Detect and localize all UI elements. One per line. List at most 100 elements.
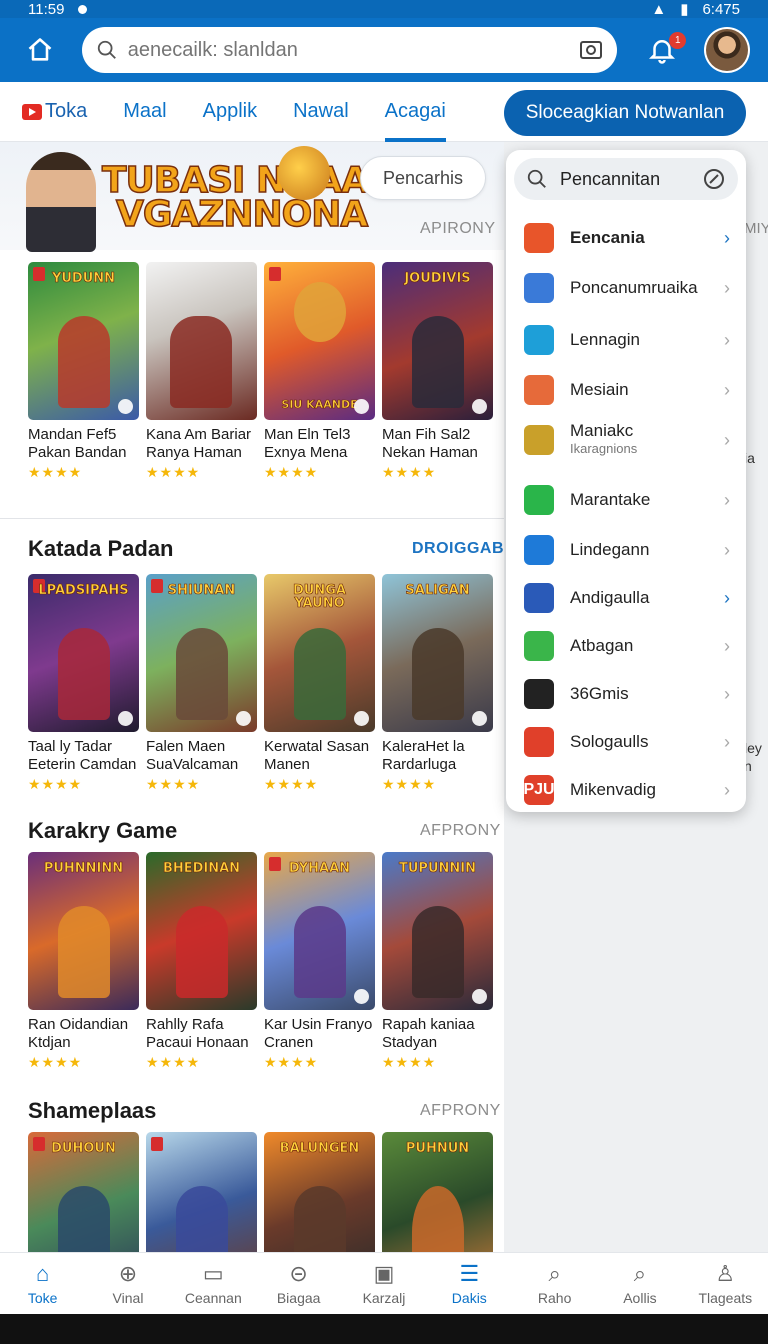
star-rating: ★★★★: [382, 464, 437, 480]
game-thumbnail: PUHNNINN: [28, 852, 139, 1010]
chevron-right-icon: ›: [724, 429, 730, 450]
dropdown-item-title: Lindegann: [570, 540, 650, 559]
character-art: [294, 282, 346, 342]
pj-icon: PJU: [523, 775, 555, 805]
hero-pill-button[interactable]: Pencarhis: [360, 156, 486, 200]
chevron-right-icon: ›: [724, 635, 730, 656]
star-rating: ★★★★: [146, 776, 201, 792]
tab-applik[interactable]: Applik: [203, 82, 257, 142]
chevron-right-icon: ›: [724, 731, 730, 752]
game-card[interactable]: SHIUNAN Falen Maen SuaValcaman ★★★★: [146, 574, 257, 793]
search-input[interactable]: [127, 38, 569, 62]
bottom-nav-item-7[interactable]: ⌕ Aollis: [597, 1253, 682, 1314]
game-card[interactable]: PUHNNINN Ran Oidandian Ktdjan ★★★★: [28, 852, 139, 1071]
dropdown-item-4[interactable]: Maniakc Ikaragnions ›: [506, 416, 746, 464]
thumbnail-title: JOUDIVIS: [404, 271, 471, 286]
game-card[interactable]: DUNGA YAUNO Kerwatal Sasan Manen ★★★★: [264, 574, 375, 793]
character-art: [58, 906, 110, 998]
section-more-link[interactable]: DROIGGAB: [412, 540, 504, 558]
game-card[interactable]: DUHOUN: [28, 1132, 139, 1252]
game-card[interactable]: SIU KAANDE Man Eln Tel3 Exnya Mena ★★★★: [264, 262, 375, 481]
search-bar[interactable]: [81, 27, 617, 73]
box-icon: ▭: [202, 1261, 224, 1286]
character-art: [294, 906, 346, 998]
dropdown-item-title: Lennagin: [570, 330, 640, 349]
bottom-nav-label: Vinal: [112, 1290, 144, 1306]
game-thumbnail: DYHAAN: [264, 852, 375, 1010]
notifications-button[interactable]: 1: [643, 30, 687, 70]
hero-banner[interactable]: TUBASI NNAA VGAZNNONA Pencarhis APIRONY: [0, 142, 504, 252]
section-more-link[interactable]: AFPRONY: [420, 822, 501, 840]
shield-icon: [524, 727, 554, 757]
section-more-link[interactable]: AFPRONY: [420, 1102, 501, 1120]
character-art: [294, 1186, 346, 1252]
game-thumbnail: LPADSIPAHS: [28, 574, 139, 732]
dropdown-item-label: Mikenvadig: [570, 781, 656, 799]
bottom-nav-item-6[interactable]: ⌕ Raho: [512, 1253, 597, 1314]
bottom-nav-label: Toke: [27, 1290, 58, 1306]
game-card[interactable]: BHEDINAN Rahlly Rafa Pacaui Honaan ★★★★: [146, 852, 257, 1071]
clear-icon[interactable]: [702, 167, 726, 191]
category-tabs: Toka Maal Applik Nawal Acagai Sloceagkia…: [0, 82, 768, 142]
check-icon: [354, 399, 369, 414]
game-card[interactable]: SALIGAN KaleraHet la Rardarluga ★★★★: [382, 574, 493, 793]
dropdown-item-7[interactable]: Andigaulla ›: [506, 574, 746, 622]
dropdown-item-label: Andigaulla: [570, 589, 649, 607]
dropdown-search[interactable]: Pencannitan: [514, 158, 738, 200]
app-bar: 1: [0, 18, 768, 82]
avatar[interactable]: [704, 27, 750, 73]
x-icon: [524, 679, 554, 709]
dropdown-item-8[interactable]: Atbagan ›: [506, 622, 746, 670]
game-card[interactable]: DYHAAN Kar Usin Franyo Cranen ★★★★: [264, 852, 375, 1071]
game-card[interactable]: LPADSIPAHS Taal ly Tadar Eeterin Camdan …: [28, 574, 139, 793]
game-card[interactable]: TUPUNNIN Rapah kaniaa Stadyan ★★★★: [382, 852, 493, 1071]
dropdown-item-3[interactable]: Mesiain ›: [506, 366, 746, 414]
tab-maal[interactable]: Maal: [123, 82, 166, 142]
dropdown-item-6[interactable]: Lindegann ›: [506, 526, 746, 574]
game-card[interactable]: Kana Am Bariar Ranya Haman ★★★★: [146, 262, 257, 481]
game-thumbnail: JOUDIVIS: [382, 262, 493, 420]
chat-icon: [524, 631, 554, 661]
chevron-right-icon: ›: [724, 683, 730, 704]
game-row: LPADSIPAHS Taal ly Tadar Eeterin Camdan …: [28, 574, 493, 793]
home-button[interactable]: [18, 28, 62, 72]
dropdown-item-label: Eencania: [570, 229, 645, 247]
bottom-nav-item-8[interactable]: ♙ Tlageats: [683, 1253, 768, 1314]
game-thumbnail: YUDUNN: [28, 262, 139, 420]
dropdown-item-5[interactable]: Marantake ›: [506, 476, 746, 524]
bottom-nav-item-3[interactable]: ⊝ Biagaa: [256, 1253, 341, 1314]
bottom-nav-item-4[interactable]: ▣ Karzalj: [341, 1253, 426, 1314]
game-card[interactable]: [146, 1132, 257, 1252]
game-card[interactable]: JOUDIVIS Man Fih Sal2 Nekan Haman ★★★★: [382, 262, 493, 481]
dropdown-item-title: Maniakc: [570, 421, 634, 440]
tab-toka[interactable]: Toka: [22, 82, 87, 142]
camera-icon[interactable]: [579, 39, 603, 61]
thumbnail-title: PUHNUN: [405, 1141, 470, 1156]
dropdown-item-10[interactable]: Sologaulls ›: [506, 718, 746, 766]
game-card[interactable]: BALUNGEN: [264, 1132, 375, 1252]
dropdown-item-label: Atbagan: [570, 637, 633, 655]
dropdown-item-11[interactable]: PJU Mikenvadig ›: [506, 766, 746, 814]
dropdown-item-title: Eencania: [570, 228, 645, 247]
game-title: Kana Am Bariar Ranya Haman: [146, 426, 252, 461]
tab-nawal[interactable]: Nawal: [293, 82, 349, 142]
bottom-nav-item-5[interactable]: ☰ Dakis: [427, 1253, 512, 1314]
hero-more-link[interactable]: APIRONY: [420, 220, 496, 238]
search-icon: ⌕: [548, 1261, 561, 1286]
bottom-nav-item-1[interactable]: ⊕ Vinal: [85, 1253, 170, 1314]
game-card[interactable]: YUDUNN Mandan Fef5 Pakan Bandan ★★★★: [28, 262, 139, 481]
game-title: Taal ly Tadar Eeterin Camdan: [28, 738, 137, 773]
check-icon: [354, 989, 369, 1004]
dropdown-item-0[interactable]: Eencania ›: [506, 214, 746, 262]
character-art: [176, 906, 228, 998]
game-thumb-icon: [524, 273, 554, 303]
game-card[interactable]: PUHNUN: [382, 1132, 493, 1252]
dropdown-item-1[interactable]: Poncanumruaika ›: [506, 264, 746, 312]
game-thumbnail: SALIGAN: [382, 574, 493, 732]
dropdown-item-9[interactable]: 36Gmis ›: [506, 670, 746, 718]
dropdown-item-2[interactable]: Lennagin ›: [506, 316, 746, 364]
bottom-nav-item-2[interactable]: ▭ Ceannan: [171, 1253, 256, 1314]
tab-acagai[interactable]: Acagai: [384, 82, 446, 142]
bottom-nav-item-0[interactable]: ⌂ Toke: [0, 1253, 85, 1314]
tab-cta-button[interactable]: Sloceagkian Notwanlan: [504, 90, 746, 136]
